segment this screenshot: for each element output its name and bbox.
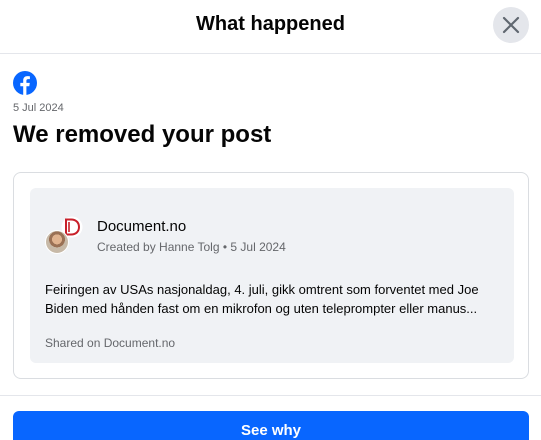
facebook-logo-icon [13,71,37,95]
author-avatar[interactable] [45,230,69,254]
post-page-name[interactable]: Document.no [97,218,186,235]
removal-date: 5 Jul 2024 [13,102,64,114]
close-icon [502,16,520,34]
close-button[interactable] [493,7,529,43]
post-author-avatars [45,214,85,256]
footer-divider [0,395,541,396]
post-preview: Document.no Created by Hanne Tolg • 5 Ju… [30,188,514,363]
removal-heading: We removed your post [13,121,272,148]
see-why-button[interactable]: See why [13,411,529,440]
post-card: Document.no Created by Hanne Tolg • 5 Ju… [13,172,529,379]
post-text: Feiringen av USAs nasjonaldag, 4. juli, … [45,282,479,316]
what-happened-dialog: What happened 5 Jul 2024 We removed your… [0,0,541,440]
post-created-by: Created by Hanne Tolg • 5 Jul 2024 [97,240,286,254]
post-shared-on: Shared on Document.no [45,336,176,350]
dialog-header: What happened [0,0,541,54]
dialog-title: What happened [196,13,345,35]
